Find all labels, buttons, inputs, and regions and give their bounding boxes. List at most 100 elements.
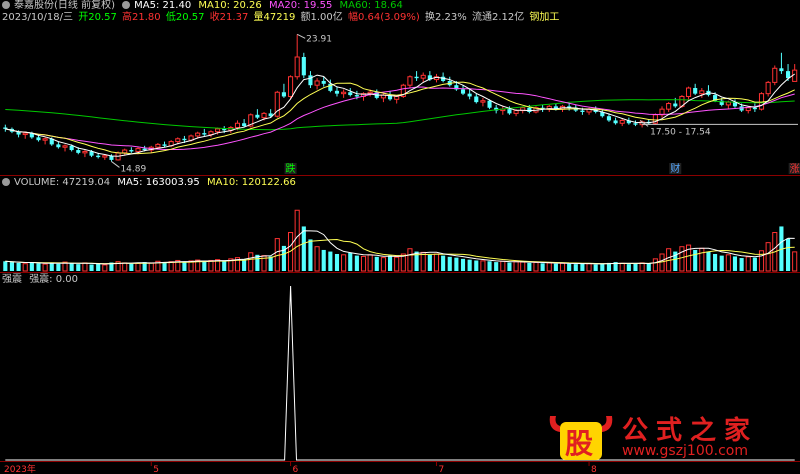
volume-bar (56, 263, 61, 271)
candle-body (62, 145, 68, 148)
volume-bar (520, 261, 526, 272)
candle-body (222, 128, 227, 131)
turnover-value: 换2.23% (425, 12, 467, 23)
volume-bar (222, 261, 227, 271)
volume-bar (785, 238, 791, 271)
candle-body (195, 132, 201, 137)
volume-bar (394, 256, 400, 272)
logo-url: www.gszj100.com (622, 443, 749, 459)
volume-bar (586, 263, 592, 272)
candle-body (765, 81, 771, 95)
volume-bar (348, 252, 353, 271)
volume-bar (652, 258, 658, 272)
x-axis-label-3: 7 (438, 465, 444, 474)
volume-bar (96, 263, 101, 271)
volume-bar (513, 261, 519, 272)
candle-body (3, 127, 8, 129)
volume-bar (500, 260, 506, 272)
volume-bar (454, 257, 459, 271)
candle-body (693, 88, 698, 94)
volume-bar (321, 249, 326, 271)
volume-bar (480, 260, 486, 272)
volume-bar (474, 260, 479, 271)
candle-body (619, 119, 625, 124)
volume-bar (427, 254, 432, 271)
high-price-label: 23.91 (306, 34, 332, 44)
candle-body (633, 123, 638, 125)
volume-bar (354, 255, 359, 271)
ma-settings-icon[interactable] (122, 1, 131, 9)
candle-body (22, 132, 28, 136)
candle-body (341, 91, 347, 95)
candle-body (785, 71, 791, 79)
candle-body (334, 90, 340, 94)
event-tag-2: 财 (670, 162, 680, 175)
candle-body (772, 67, 778, 83)
ma60-value: MA60: 18.64 (339, 0, 403, 11)
candle-body (725, 101, 731, 106)
volume-bar (559, 262, 566, 272)
volume-bar (135, 262, 141, 272)
candle-body (606, 116, 612, 121)
candle-body (314, 80, 320, 86)
stock-chart-window: 14.89 23.91 17.50 - 17.54 跌财涨 2023年 5 6 7 8 泰嘉股份… (0, 0, 800, 474)
volume-bar (745, 256, 751, 272)
indicator-header: 强震 强震: 0.00 (2, 274, 82, 286)
volume-bar (573, 264, 578, 271)
volume-bar (467, 259, 472, 271)
ma20-value: MA20: 19.55 (268, 0, 333, 11)
candle-body (36, 137, 41, 141)
chart-canvas[interactable]: 14.8923.9117.50 - 17.54跌财涨2023年 5 6 7 8 (0, 0, 800, 474)
candle-body (42, 138, 48, 141)
volume-bar (713, 253, 718, 271)
volume-bar (36, 263, 41, 271)
indicator-name[interactable]: 强震 (2, 274, 22, 285)
volume-bar (102, 264, 108, 272)
candle-body (666, 103, 672, 110)
stock-title: 泰嘉股份(日线 前复权) (14, 0, 115, 11)
kline-info-bar: 2023/10/18/三 开20.57 高21.80 低20.57 收21.37… (2, 12, 563, 24)
volume-bar (580, 263, 585, 271)
volume-bar (693, 249, 698, 271)
volume-settings-icon[interactable] (2, 178, 10, 186)
event-tag-1: 跌 (286, 162, 296, 175)
volume-bar (308, 239, 313, 271)
volume-bar (725, 254, 731, 272)
candle-body (779, 68, 784, 72)
volume-bar (765, 242, 771, 272)
candle-body (673, 103, 678, 107)
volume-bar (639, 262, 645, 272)
settings-circle-icon[interactable] (2, 1, 10, 9)
volume-bar (314, 246, 320, 272)
candle-body (242, 123, 247, 127)
volume-bar (122, 262, 128, 272)
candle-body (202, 133, 207, 135)
candle-body (354, 95, 359, 97)
volume-bar (706, 251, 711, 271)
volume-bar (487, 261, 492, 271)
volume-bar (527, 262, 532, 271)
candle-body (82, 150, 88, 154)
candle-body (699, 90, 705, 95)
candle-body (287, 76, 294, 97)
volume-bar (76, 264, 81, 271)
volume-bar (208, 259, 214, 272)
candle-body (182, 138, 187, 141)
candle-body (56, 144, 61, 148)
candle-body (613, 120, 618, 124)
candle-body (255, 114, 260, 118)
volume-bar (42, 263, 48, 272)
volume-bar (328, 251, 333, 271)
open-value: 开20.57 (78, 12, 117, 23)
float-value: 流通2.12亿 (471, 12, 525, 23)
volume-bar (420, 251, 426, 272)
x-axis-label-0: 2023年 (4, 463, 36, 474)
volume-bar (739, 258, 744, 271)
ma10-line (5, 81, 795, 155)
amount-value: 额1.00亿 (300, 12, 343, 23)
volume-bar (162, 262, 167, 271)
candle-body (162, 144, 167, 146)
volume-header: VOLUME: 47219.04 MA5: 163003.95 MA10: 12… (2, 177, 300, 189)
candle-body (301, 57, 306, 76)
volume-bar (374, 256, 379, 271)
